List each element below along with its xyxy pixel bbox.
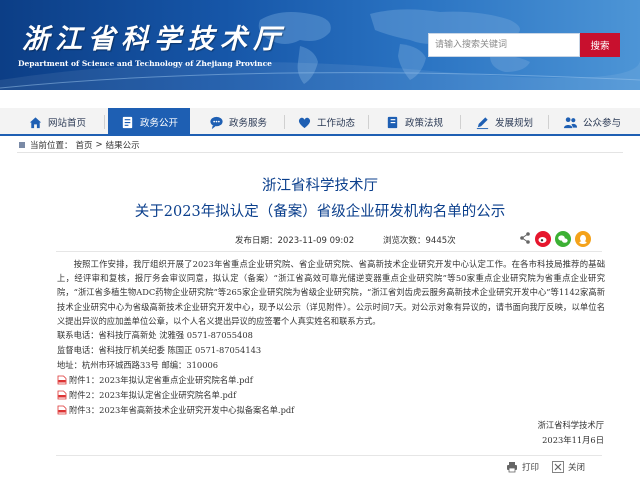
nav-item-gov-open[interactable]: 政务公开	[108, 108, 190, 136]
address: 地址：杭州市环城西路33号 邮编：310006	[57, 360, 219, 370]
article-org-title: 浙江省科学技术厅	[262, 178, 378, 194]
nav-label: 发展规划	[494, 118, 533, 129]
qq-icon[interactable]	[575, 231, 591, 247]
article-title: 关于2023年拟认定（备案）省级企业研发机构名单的公示	[134, 204, 506, 220]
breadcrumb-separator: >	[95, 140, 103, 150]
pdf-icon	[57, 390, 67, 400]
document-icon	[122, 116, 133, 128]
sign-org: 浙江省科学技术厅	[537, 420, 604, 430]
breadcrumb-divider	[17, 152, 623, 153]
attachment-label: 附件1：2023年拟认定省重点企业研究院名单.pdf	[69, 375, 253, 385]
nav-item-work-news[interactable]: 工作动态	[288, 108, 364, 136]
breadcrumb-home-link[interactable]: 首页	[76, 139, 93, 151]
nav-label: 网站首页	[47, 118, 86, 129]
share-icon[interactable]	[519, 231, 531, 245]
print-button[interactable]: 打印	[506, 461, 539, 473]
supervise-phone: 监督电话：省科技厅机关纪委 陈国正 0571-87054143	[57, 345, 262, 355]
search-input[interactable]	[428, 33, 580, 57]
weibo-icon[interactable]	[535, 231, 551, 247]
contact-phone: 联系电话：省科技厅高新处 沈雅强 0571-87055408	[57, 330, 253, 340]
close-button[interactable]: 关闭	[552, 461, 585, 473]
sign-date: 2023年11月6日	[542, 435, 604, 445]
breadcrumb: 当前位置： 首页 > 结果公示	[17, 138, 140, 152]
nav-item-public[interactable]: 公众参与	[552, 108, 632, 136]
breadcrumb-current-link[interactable]: 结果公示	[106, 139, 140, 151]
nav-label: 公众参与	[582, 118, 621, 129]
close-icon	[552, 461, 564, 473]
nav-label: 政务公开	[139, 118, 178, 129]
book-icon	[387, 116, 398, 128]
print-label: 打印	[522, 463, 540, 473]
close-label: 关闭	[568, 463, 586, 473]
nav-label: 政策法规	[404, 118, 443, 129]
site-title: 浙江省科学技术厅	[22, 24, 286, 55]
wechat-icon[interactable]	[555, 231, 571, 247]
page: 浙江省科学技术厅 Department of Science and Techn…	[0, 0, 640, 492]
nav-divider	[368, 115, 369, 129]
pdf-icon	[57, 405, 67, 415]
bottom-divider	[56, 455, 602, 456]
nav-item-policy[interactable]: 政策法规	[372, 108, 456, 136]
breadcrumb-label: 当前位置：	[30, 141, 73, 151]
location-icon	[19, 142, 25, 148]
printer-icon	[507, 462, 517, 473]
heart-icon	[298, 117, 311, 128]
home-icon	[29, 116, 42, 128]
people-icon	[563, 116, 578, 128]
attachment-link[interactable]: 附件2：2023年拟认定省企业研究院名单.pdf	[57, 389, 236, 401]
header-banner: 浙江省科学技术厅 Department of Science and Techn…	[0, 0, 640, 90]
attachment-label: 附件2：2023年拟认定省企业研究院名单.pdf	[69, 390, 237, 400]
nav-divider	[284, 115, 285, 129]
publish-date: 发布日期：2023-11-09 09:02	[235, 236, 355, 246]
main-nav: 网站首页 政务公开 政务服务 工作动态 政策法规 发展规划 公众参与	[0, 108, 640, 136]
attachment-link[interactable]: 附件3：2023年省高新技术企业研究开发中心拟备案名单.pdf	[57, 404, 294, 416]
attachment-label: 附件3：2023年省高新技术企业研究开发中心拟备案名单.pdf	[69, 405, 295, 415]
pen-icon	[476, 116, 489, 129]
nav-item-planning[interactable]: 发展规划	[464, 108, 544, 136]
nav-label: 政务服务	[228, 118, 267, 129]
attachment-link[interactable]: 附件1：2023年拟认定省重点企业研究院名单.pdf	[57, 374, 253, 386]
nav-divider	[460, 115, 461, 129]
site-subtitle: Department of Science and Technology of …	[18, 59, 272, 68]
nav-divider	[548, 115, 549, 129]
meta-divider	[56, 251, 602, 252]
article-body: 按照工作安排，我厅组织开展了2023年省重点企业研究院、省企业研究院、省高新技术…	[57, 259, 605, 326]
nav-item-home[interactable]: 网站首页	[14, 108, 100, 136]
nav-label: 工作动态	[316, 118, 355, 129]
nav-divider	[104, 115, 105, 129]
nav-item-gov-service[interactable]: 政务服务	[196, 108, 280, 136]
view-count: 浏览次数：9445次	[383, 236, 456, 246]
chat-icon	[210, 116, 223, 129]
search-button[interactable]: 搜索	[580, 33, 620, 57]
pdf-icon	[57, 375, 67, 385]
